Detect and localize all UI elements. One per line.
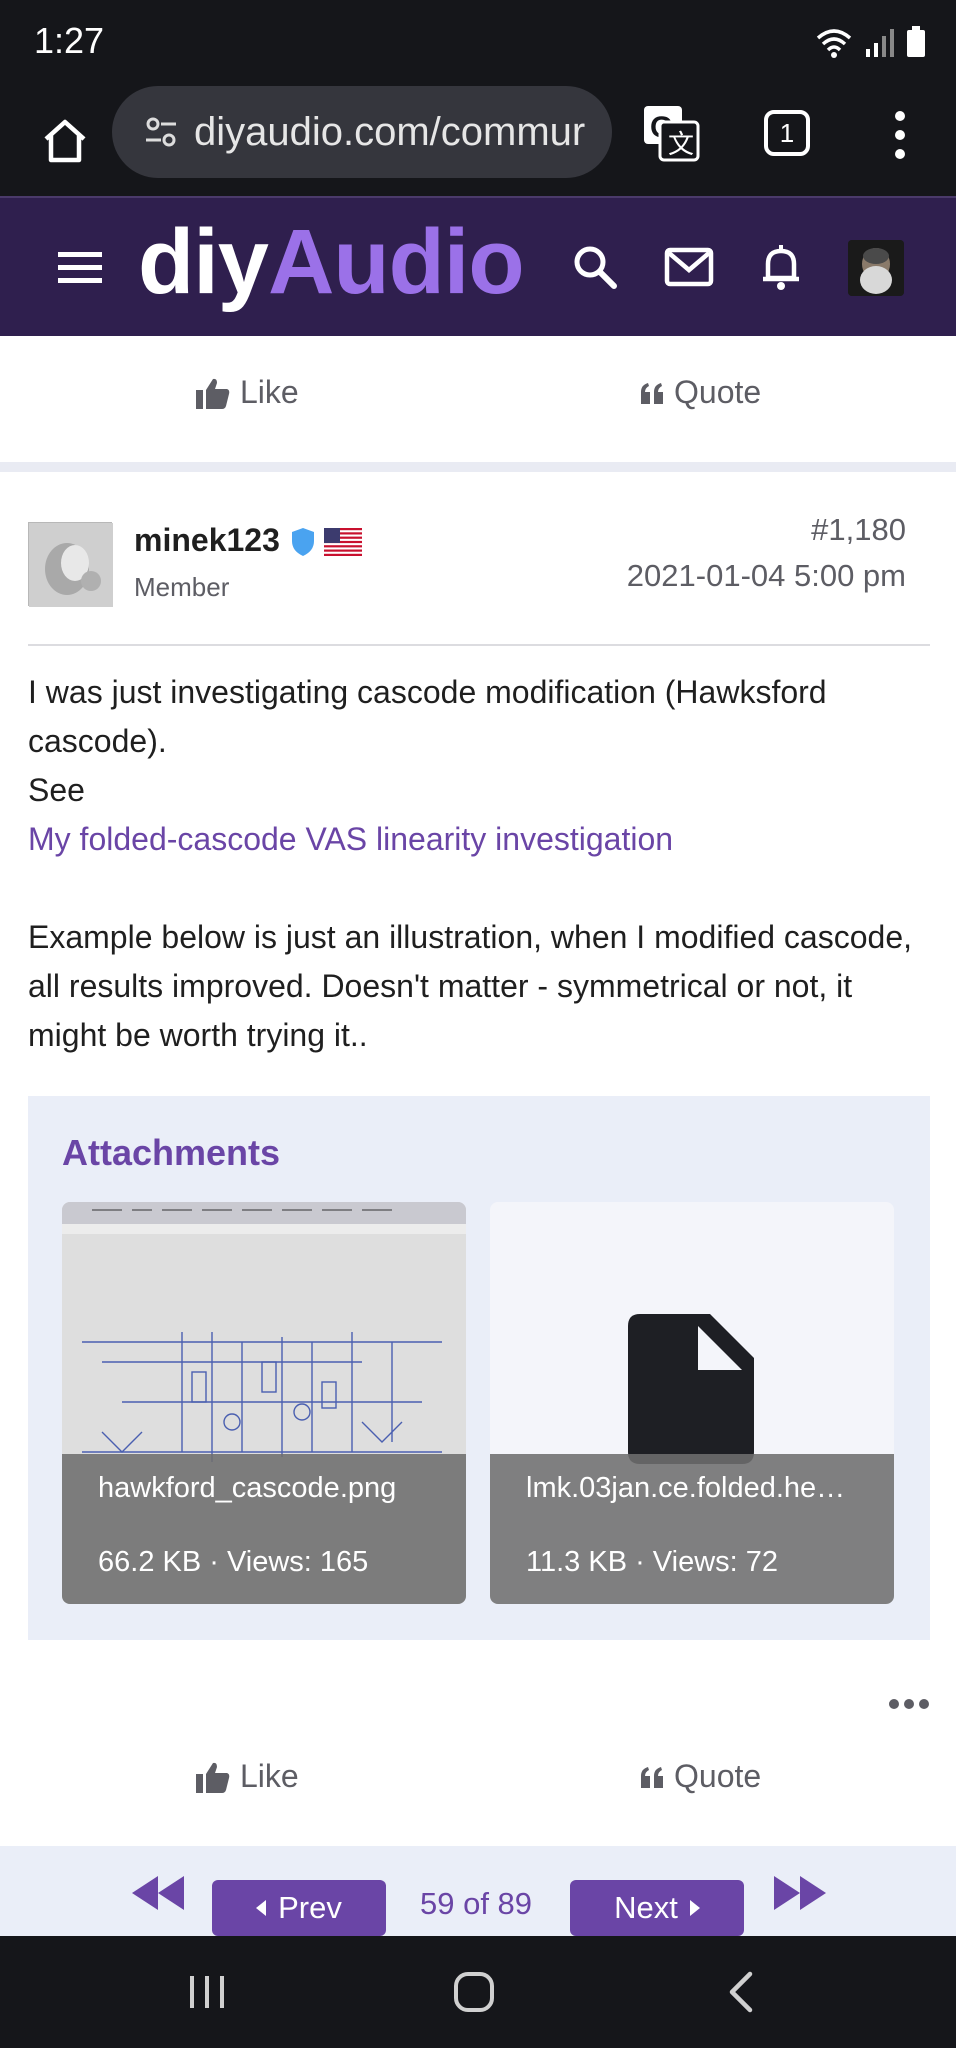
back-nav-icon[interactable]	[720, 1970, 770, 2014]
bell-icon[interactable]	[756, 242, 806, 292]
post-see-text: See	[28, 772, 85, 808]
recent-apps-icon[interactable]	[182, 1970, 232, 2014]
quote-icon	[641, 382, 663, 404]
home-nav-icon[interactable]	[450, 1970, 500, 2014]
logo-diy: diy	[138, 211, 269, 313]
like-label: Like	[240, 374, 299, 410]
attachments-title: Attachments	[62, 1132, 281, 1173]
wifi-icon	[816, 29, 852, 58]
menu-icon[interactable]	[58, 250, 102, 286]
home-button[interactable]	[30, 106, 100, 176]
last-page-icon[interactable]	[774, 1876, 826, 1910]
quote-button-bottom[interactable]: Quote	[640, 1758, 761, 1795]
poster-avatar-image	[29, 523, 113, 607]
first-page-icon[interactable]	[132, 1876, 184, 1910]
file-icon	[628, 1314, 754, 1464]
system-icons	[814, 26, 926, 58]
post-number-link[interactable]: #1,180	[811, 512, 906, 548]
post-paragraph-2: Example below is just an illustration, w…	[28, 919, 912, 1053]
user-avatar[interactable]	[848, 240, 904, 296]
chevron-left-icon	[256, 1900, 267, 1916]
more-options-icon[interactable]	[888, 1698, 930, 1710]
us-flag-icon	[324, 528, 362, 556]
avatar-image	[848, 240, 904, 296]
quote-label: Quote	[674, 1758, 762, 1794]
attachment-tile[interactable]: lmk.03jan.ce.folded.he… 11.3 KB · Views:…	[490, 1202, 894, 1604]
post-paragraph-1: I was just investigating cascode modific…	[28, 674, 827, 759]
logo-audio: Audio	[267, 211, 525, 313]
post-separator	[0, 462, 956, 472]
kebab-menu-icon[interactable]	[880, 108, 920, 162]
prev-page-button[interactable]: Prev	[212, 1880, 386, 1936]
tab-count: 1	[779, 117, 795, 148]
address-bar[interactable]: diyaudio.com/commur	[112, 86, 612, 178]
like-label: Like	[240, 1758, 299, 1794]
site-header: diyAudio	[0, 196, 956, 336]
post-actions-top: Like Quote	[0, 336, 956, 462]
battery-icon	[907, 26, 925, 57]
poster-role: Member	[134, 572, 230, 602]
quote-label: Quote	[674, 374, 762, 410]
mail-icon[interactable]	[664, 242, 714, 292]
tab-switcher-button[interactable]: 1	[764, 110, 810, 156]
site-logo[interactable]: diyAudio	[138, 210, 525, 315]
next-page-button[interactable]: Next	[570, 1880, 744, 1936]
like-button-top[interactable]: Like	[196, 374, 299, 411]
next-label: Next	[614, 1890, 678, 1925]
poster-avatar[interactable]	[28, 522, 113, 607]
clock: 1:27	[34, 20, 105, 61]
post-header-divider	[28, 644, 930, 646]
browser-toolbar: diyaudio.com/commur G 文 1	[0, 84, 956, 196]
quote-icon	[641, 1766, 663, 1788]
quote-button-top[interactable]: Quote	[640, 374, 761, 411]
like-button-bottom[interactable]: Like	[196, 1758, 299, 1795]
home-icon	[44, 119, 86, 163]
thumbs-up-icon	[196, 378, 230, 409]
verified-shield-icon	[292, 528, 314, 556]
attachment-meta: 11.3 KB · Views: 72	[526, 1546, 779, 1578]
post-actions-bottom: Like Quote	[0, 1720, 956, 1846]
attachment-tile[interactable]: hawkford_cascode.png 66.2 KB · Views: 16…	[62, 1202, 466, 1604]
signal-icon	[866, 29, 894, 57]
post-link[interactable]: My folded-cascode VAS linearity investig…	[28, 815, 928, 864]
chevron-right-icon	[689, 1900, 700, 1916]
thumbs-up-icon	[196, 1762, 230, 1793]
attachment-filename: hawkford_cascode.png	[98, 1472, 397, 1504]
attachments-block: Attachments hawkford_cascode.png 66.2 KB…	[28, 1096, 930, 1640]
status-bar: 1:27	[0, 0, 956, 84]
translate-icon[interactable]: G 文	[642, 104, 700, 162]
prev-label: Prev	[278, 1890, 342, 1925]
attachment-meta: 66.2 KB · Views: 165	[98, 1546, 369, 1578]
url-text[interactable]: diyaudio.com/commur	[194, 110, 585, 155]
attachment-filename: lmk.03jan.ce.folded.he…	[526, 1472, 846, 1504]
poster-username[interactable]: minek123	[134, 522, 280, 559]
site-settings-icon[interactable]	[144, 115, 178, 149]
system-nav-bar	[0, 1936, 956, 2048]
page-indicator[interactable]: 59 of 89	[420, 1886, 532, 1922]
post-date[interactable]: 2021-01-04 5:00 pm	[627, 558, 906, 594]
svg-text:文: 文	[668, 129, 694, 159]
pagination-bar: Prev 59 of 89 Next	[0, 1846, 956, 1936]
search-icon[interactable]	[570, 242, 620, 292]
